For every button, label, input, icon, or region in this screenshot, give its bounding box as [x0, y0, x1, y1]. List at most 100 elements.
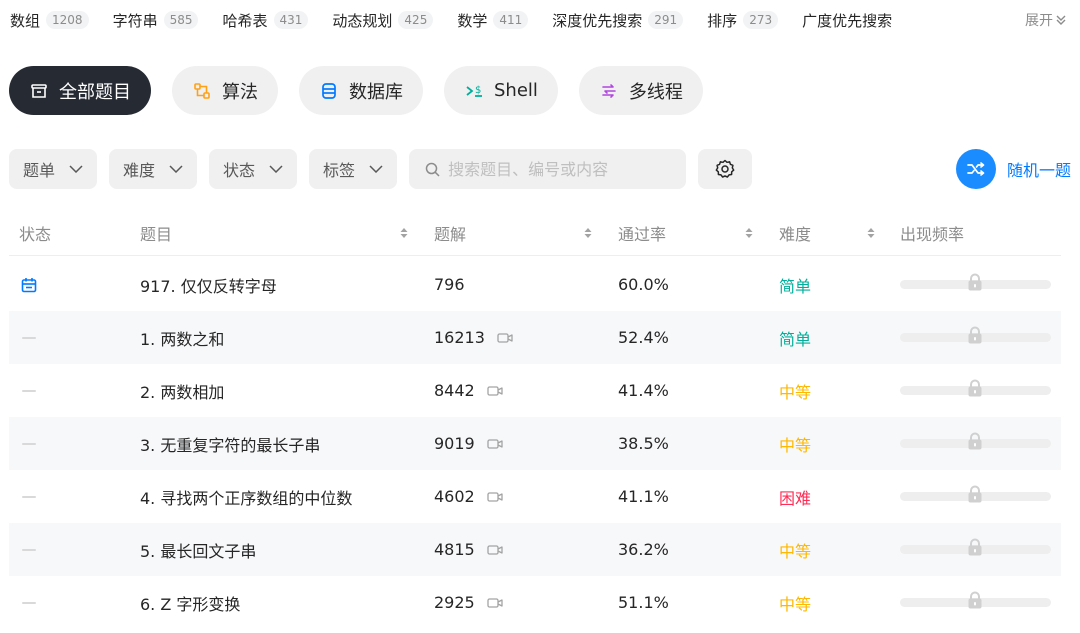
solution-count-cell[interactable]: 9019 [434, 417, 503, 470]
tag-label: 数组 [10, 11, 41, 30]
problem-title-link[interactable]: 1. 两数之和 [140, 311, 224, 364]
chevron-down-icon [369, 165, 383, 173]
category-tabs: 全部题目 算法 数据库 $ Shell 多线程 [9, 66, 724, 115]
column-solutions[interactable]: 题解 [434, 210, 466, 256]
column-frequency[interactable]: 出现频率 [900, 210, 964, 256]
terminal-icon: $ [464, 81, 484, 101]
frequency-bar[interactable] [900, 470, 1051, 523]
category-concurrency[interactable]: 多线程 [578, 66, 703, 115]
problem-title-link[interactable]: 3. 无重复字符的最长子串 [140, 417, 320, 470]
column-label: 出现频率 [900, 225, 965, 244]
random-problem-button[interactable]: 随机一题 [955, 149, 1071, 189]
frequency-bar[interactable] [900, 523, 1051, 576]
frequency-bar[interactable] [900, 417, 1051, 470]
video-icon[interactable] [487, 597, 503, 609]
gear-icon [715, 159, 735, 178]
table-row[interactable]: 4. 寻找两个正序数组的中位数 4602 41.1% 困难 [9, 470, 1061, 523]
category-label: Shell [494, 80, 538, 101]
problem-list-dropdown[interactable]: 题单 [9, 149, 98, 189]
solution-count: 9019 [434, 434, 475, 453]
column-acceptance[interactable]: 通过率 [618, 210, 666, 256]
sort-icon[interactable] [584, 210, 592, 256]
table-row[interactable]: 6. Z 字形变换 2925 51.1% 中等 [9, 576, 1061, 629]
table-row[interactable]: 1. 两数之和 16213 52.4% 简单 [9, 311, 1061, 364]
video-icon[interactable] [497, 332, 513, 344]
sort-icon[interactable] [867, 210, 875, 256]
video-icon[interactable] [487, 438, 503, 450]
frequency-bar[interactable] [900, 576, 1051, 629]
status-dropdown[interactable]: 状态 [209, 149, 298, 189]
solution-count-cell[interactable]: 8442 [434, 364, 503, 417]
sort-icon[interactable] [745, 210, 753, 256]
difficulty-dropdown[interactable]: 难度 [109, 149, 198, 189]
solution-count: 16213 [434, 328, 485, 347]
table-row[interactable]: 2. 两数相加 8442 41.4% 中等 [9, 364, 1061, 417]
search-input[interactable] [448, 159, 659, 179]
category-shell[interactable]: $ Shell [444, 66, 558, 115]
lock-icon [968, 538, 982, 556]
solution-count-cell[interactable]: 2925 [434, 576, 503, 629]
tag-array[interactable]: 数组 1208 [10, 10, 89, 31]
difficulty-label: 简单 [779, 276, 812, 296]
frequency-bar[interactable] [900, 258, 1051, 311]
calendar-icon[interactable] [21, 258, 37, 311]
acceptance-rate: 51.1% [618, 593, 669, 612]
expand-label: 展开 [1025, 13, 1053, 29]
expand-button[interactable]: 展开 [1025, 10, 1066, 30]
tag-label: 字符串 [112, 11, 158, 30]
acceptance-rate: 41.1% [618, 487, 669, 506]
column-title[interactable]: 题目 [140, 210, 172, 256]
video-icon[interactable] [487, 544, 503, 556]
status-unattempted [22, 311, 36, 364]
difficulty-label: 中等 [779, 541, 812, 561]
video-icon[interactable] [487, 491, 503, 503]
tag-count: 585 [163, 11, 199, 29]
table-row[interactable]: 917. 仅仅反转字母 796 60.0% 简单 [9, 258, 1061, 311]
video-icon[interactable] [487, 385, 503, 397]
tag-hash-table[interactable]: 哈希表 431 [222, 10, 309, 31]
tags-dropdown[interactable]: 标签 [309, 149, 398, 189]
problem-title-link[interactable]: 917. 仅仅反转字母 [140, 258, 277, 311]
acceptance-rate: 60.0% [618, 275, 669, 294]
settings-button[interactable] [698, 149, 753, 189]
column-difficulty[interactable]: 难度 [779, 210, 811, 256]
category-algorithms[interactable]: 算法 [172, 66, 278, 115]
acceptance-rate: 38.5% [618, 434, 669, 453]
problem-title-link[interactable]: 6. Z 字形变换 [140, 576, 240, 629]
category-all-problems[interactable]: 全部题目 [9, 66, 151, 115]
tag-bfs[interactable]: 广度优先搜索 [802, 10, 892, 31]
solution-count[interactable]: 796 [434, 258, 465, 311]
column-label: 题目 [140, 225, 173, 244]
tag-dfs[interactable]: 深度优先搜索 291 [552, 10, 684, 31]
category-database[interactable]: 数据库 [299, 66, 423, 115]
list-box-icon [29, 81, 49, 101]
shuffle-icon [955, 149, 996, 189]
dropdown-label: 标签 [323, 161, 356, 180]
tag-string[interactable]: 字符串 585 [113, 10, 199, 31]
solution-count-cell[interactable]: 4602 [434, 470, 503, 523]
status-unattempted [22, 576, 36, 629]
solution-count-cell[interactable]: 16213 [434, 311, 513, 364]
table-row[interactable]: 5. 最长回文子串 4815 36.2% 中等 [9, 523, 1061, 576]
lock-icon [968, 273, 982, 291]
tag-sort[interactable]: 排序 273 [707, 10, 779, 31]
algorithm-icon [192, 81, 212, 101]
problem-title-link[interactable]: 4. 寻找两个正序数组的中位数 [140, 470, 352, 523]
acceptance-rate: 52.4% [618, 328, 669, 347]
tag-math[interactable]: 数学 411 [457, 10, 529, 31]
solution-count-cell[interactable]: 4815 [434, 523, 503, 576]
lock-icon [968, 485, 982, 503]
frequency-bar[interactable] [900, 364, 1051, 417]
table-row[interactable]: 3. 无重复字符的最长子串 9019 38.5% 中等 [9, 417, 1061, 470]
topic-tag-bar: 数组 1208 字符串 585 哈希表 431 动态规划 425 数学 411 深度优先搜… [0, 0, 1080, 40]
lock-icon [968, 379, 982, 397]
column-label: 题解 [434, 225, 467, 244]
dropdown-label: 难度 [123, 161, 156, 180]
problem-title-link[interactable]: 2. 两数相加 [140, 364, 224, 417]
tag-label: 广度优先搜索 [802, 11, 893, 30]
frequency-bar[interactable] [900, 311, 1051, 364]
table-header: 状态 题目 题解 通过率 难度 出现频率 [9, 210, 1061, 256]
problem-title-link[interactable]: 5. 最长回文子串 [140, 523, 256, 576]
sort-icon[interactable] [400, 210, 408, 256]
tag-dynamic-programming[interactable]: 动态规划 425 [332, 10, 434, 31]
